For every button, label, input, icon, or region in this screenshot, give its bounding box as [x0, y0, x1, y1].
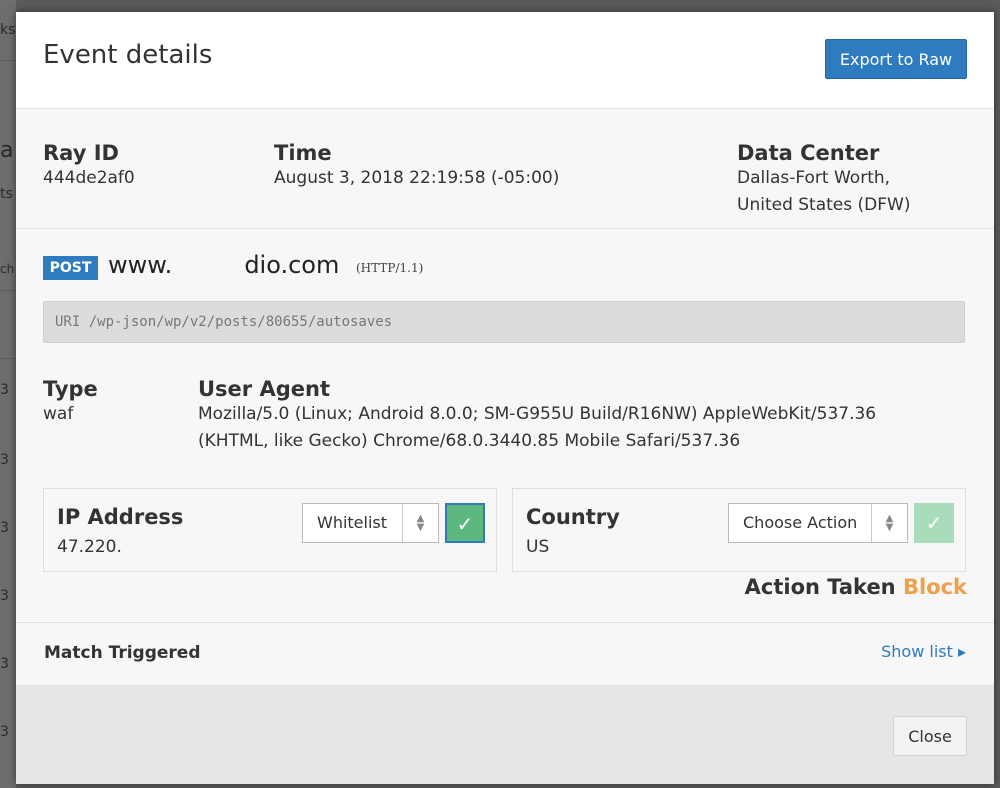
background-divider [0, 60, 16, 61]
data-center-value-line2: United States (DFW) [737, 195, 911, 215]
action-taken-value: Block [902, 575, 967, 599]
background-text: 3 [0, 452, 9, 468]
request-details-section: POST www. dio.com (HTTP/1.1) URI /wp-json… [16, 229, 994, 623]
background-text: ch [0, 262, 15, 276]
ip-address-value: 47.220. [57, 537, 122, 557]
export-to-raw-button[interactable]: Export to Raw [825, 39, 967, 79]
ip-address-label: IP Address [57, 505, 184, 529]
ip-action-select-value: Whitelist [317, 513, 388, 532]
ip-confirm-button[interactable]: ✓ [445, 503, 485, 543]
data-center-field: Data Center Dallas-Fort Worth, United St… [737, 141, 910, 219]
background-text: 3 [0, 520, 9, 536]
check-icon: ✓ [456, 512, 474, 536]
event-details-modal: Event details Export to Raw Ray ID 444de… [16, 12, 994, 784]
close-button[interactable]: Close [893, 716, 967, 756]
data-center-label: Data Center [737, 141, 880, 165]
match-triggered-section: Match Triggered Show list ▸ [16, 623, 994, 686]
user-agent-field: User Agent Mozilla/5.0 (Linux; Android 8… [198, 377, 876, 455]
time-field: Time August 3, 2018 22:19:58 (-05:00) [274, 141, 559, 192]
time-value: August 3, 2018 22:19:58 (-05:00) [274, 168, 560, 188]
uri-field[interactable]: URI /wp-json/wp/v2/posts/80655/autosaves [43, 301, 965, 343]
method-badge: POST [43, 256, 98, 280]
country-label: Country [526, 505, 620, 529]
action-taken: Action Taken Block [745, 575, 967, 599]
modal-title: Event details [43, 40, 213, 70]
updown-chevron-icon: ▲ ▼ [871, 504, 907, 542]
background-text: 3 [0, 588, 9, 604]
country-card: Country US Choose Action ▲ ▼ ✓ [512, 488, 966, 572]
background-text: 3 [0, 724, 9, 740]
request-host: www. dio.com [108, 251, 339, 279]
show-list-link[interactable]: Show list ▸ [881, 642, 966, 661]
country-action-select[interactable]: Choose Action ▲ ▼ [728, 503, 908, 543]
action-taken-label: Action Taken [744, 575, 896, 599]
updown-chevron-icon: ▲ ▼ [402, 504, 438, 542]
data-center-value-line1: Dallas-Fort Worth, [737, 168, 891, 188]
http-protocol: (HTTP/1.1) [356, 261, 424, 275]
background-page: ks a ts ch 3 3 3 3 3 3 [0, 0, 16, 788]
type-label: Type [43, 377, 98, 401]
modal-header: Event details Export to Raw [16, 12, 994, 109]
time-label: Time [274, 141, 332, 165]
background-divider [0, 358, 16, 359]
check-icon: ✓ [925, 511, 943, 535]
user-agent-line2: (KHTML, like Gecko) Chrome/68.0.3440.85 … [198, 431, 741, 451]
type-value: waf [43, 404, 74, 424]
background-text: ts [0, 186, 13, 202]
ray-id-field: Ray ID 444de2af0 [43, 141, 135, 192]
background-text: 3 [0, 656, 9, 672]
ray-id-label: Ray ID [43, 141, 119, 165]
country-value: US [526, 537, 550, 557]
event-summary-section: Ray ID 444de2af0 Time August 3, 2018 22:… [16, 109, 994, 229]
ip-action-select[interactable]: Whitelist ▲ ▼ [302, 503, 439, 543]
host-suffix: dio.com [244, 251, 340, 279]
country-confirm-button[interactable]: ✓ [914, 503, 954, 543]
type-field: Type waf [43, 377, 98, 428]
background-divider [0, 290, 16, 291]
background-text: ks [0, 22, 16, 38]
match-triggered-label: Match Triggered [44, 643, 201, 663]
ip-address-card: IP Address 47.220. Whitelist ▲ ▼ ✓ [43, 488, 497, 572]
country-action-select-value: Choose Action [743, 513, 858, 532]
ray-id-value: 444de2af0 [43, 168, 135, 188]
background-text: a [0, 138, 14, 163]
host-prefix: www. [108, 251, 173, 279]
modal-footer: Close [16, 686, 994, 784]
background-text: 3 [0, 382, 9, 398]
user-agent-line1: Mozilla/5.0 (Linux; Android 8.0.0; SM-G9… [198, 404, 877, 424]
user-agent-label: User Agent [198, 377, 330, 401]
